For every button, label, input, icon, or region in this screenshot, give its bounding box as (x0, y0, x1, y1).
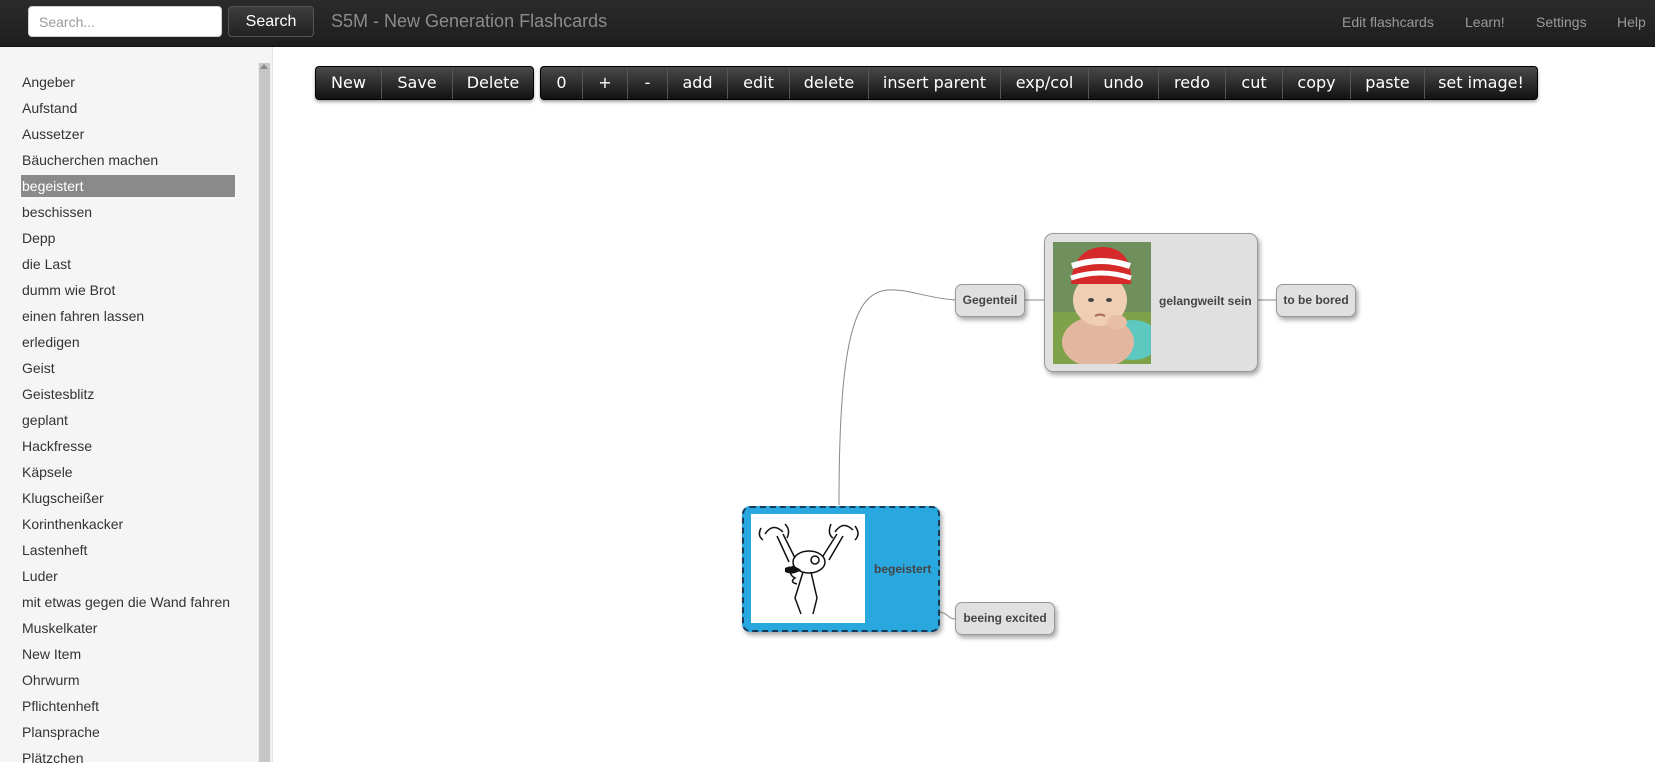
scroll-up-arrow-icon[interactable] (260, 64, 268, 69)
edit-button-group: 0 + - add edit delete insert parent exp/… (540, 66, 1538, 100)
set-image-button[interactable]: set image! (1425, 67, 1537, 99)
sidebar-item[interactable]: Hackfresse (21, 433, 235, 459)
excited-figure-image (751, 514, 865, 623)
zoom-in-button[interactable]: + (583, 67, 628, 99)
zoom-out-button[interactable]: - (628, 67, 668, 99)
sidebar-item[interactable]: Käpsele (21, 459, 235, 485)
sidebar-item[interactable]: Geistesblitz (21, 381, 235, 407)
sidebar-item[interactable]: New Item (21, 641, 235, 667)
delete-node-button[interactable]: delete (790, 67, 869, 99)
app-title[interactable]: S5M - New Generation Flashcards (331, 11, 607, 32)
sidebar-item[interactable]: Plätzchen (21, 745, 235, 771)
sidebar-item[interactable]: Luder (21, 563, 235, 589)
sidebar-item[interactable]: Ohrwurm (21, 667, 235, 693)
sidebar-item[interactable]: Aufstand (21, 95, 235, 121)
nav-learn[interactable]: Learn! (1465, 14, 1505, 30)
nav-settings[interactable]: Settings (1536, 14, 1587, 30)
node-label-begeistert: begeistert (874, 562, 932, 576)
mindmap-canvas[interactable]: Gegenteil gelangweilt sein to be bored b… (272, 100, 1655, 762)
mindmap-node-bored[interactable]: to be bored (1276, 284, 1356, 317)
expand-collapse-button[interactable]: exp/col (1001, 67, 1089, 99)
save-button[interactable]: Save (382, 67, 453, 99)
undo-button[interactable]: undo (1089, 67, 1159, 99)
paste-button[interactable]: paste (1351, 67, 1425, 99)
sidebar-item[interactable]: Pflichtenheft (21, 693, 235, 719)
zero-button[interactable]: 0 (541, 67, 583, 99)
new-button[interactable]: New (316, 67, 382, 99)
insert-parent-button[interactable]: insert parent (869, 67, 1001, 99)
mindmap-node-begeistert[interactable]: begeistert (742, 506, 940, 632)
nav-help[interactable]: Help (1617, 14, 1646, 30)
copy-button[interactable]: copy (1283, 67, 1351, 99)
redo-button[interactable]: redo (1159, 67, 1226, 99)
sidebar-item[interactable]: begeistert (21, 175, 235, 197)
sidebar-item[interactable]: dumm wie Brot (21, 277, 235, 303)
search-input[interactable] (28, 6, 222, 37)
sidebar-item[interactable]: Bäucherchen machen (21, 147, 235, 173)
edge-begeistert-gegenteil (838, 289, 956, 506)
sidebar-item[interactable]: einen fahren lassen (21, 303, 235, 329)
nav-edit-flashcards[interactable]: Edit flashcards (1342, 14, 1434, 30)
mindmap-node-gegenteil[interactable]: Gegenteil (955, 284, 1025, 317)
sidebar-item[interactable]: Klugscheißer (21, 485, 235, 511)
sidebar-item[interactable]: mit etwas gegen die Wand fahren (21, 589, 235, 615)
delete-file-button[interactable]: Delete (453, 67, 533, 99)
edge-begeistert-excited (937, 611, 956, 620)
mindmap-edges (838, 289, 1277, 620)
search-button[interactable]: Search (228, 6, 314, 37)
bored-baby-image (1053, 242, 1151, 364)
sidebar-item[interactable]: Angeber (21, 69, 235, 95)
mindmap-node-gelangweilt[interactable]: gelangweilt sein (1044, 233, 1258, 372)
sidebar-item[interactable]: Muskelkater (21, 615, 235, 641)
sidebar-item[interactable]: Depp (21, 225, 235, 251)
scrollbar-thumb[interactable] (259, 63, 270, 762)
node-label-gelangweilt: gelangweilt sein (1159, 294, 1252, 308)
file-button-group: New Save Delete (315, 66, 534, 100)
sidebar-item[interactable]: beschissen (21, 199, 235, 225)
sidebar-item[interactable]: Korinthenkacker (21, 511, 235, 537)
sidebar-item[interactable]: die Last (21, 251, 235, 277)
sidebar-item[interactable]: Geist (21, 355, 235, 381)
flashcard-sidebar: Angeber Aufstand Aussetzer Bäucherchen mach… (0, 47, 273, 766)
sidebar-item[interactable]: Lastenheft (21, 537, 235, 563)
sidebar-item[interactable]: Aussetzer (21, 121, 235, 147)
sidebar-item[interactable]: erledigen (21, 329, 235, 355)
sidebar-item[interactable]: Plansprache (21, 719, 235, 745)
flashcard-list: Angeber Aufstand Aussetzer Bäucherchen mach… (21, 69, 235, 771)
top-navbar: Search S5M - New Generation Flashcards E… (0, 0, 1655, 47)
sidebar-item[interactable]: geplant (21, 407, 235, 433)
mindmap-node-excited[interactable]: beeing excited (955, 602, 1055, 635)
sidebar-scrollbar[interactable] (258, 63, 271, 762)
edit-button[interactable]: edit (728, 67, 790, 99)
cut-button[interactable]: cut (1226, 67, 1283, 99)
add-button[interactable]: add (668, 67, 728, 99)
